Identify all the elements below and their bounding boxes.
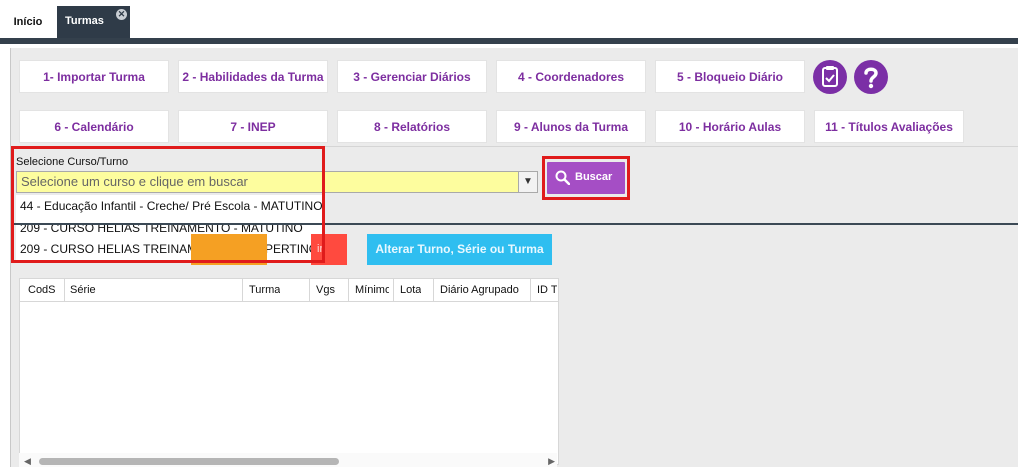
buscar-button[interactable]: Buscar <box>547 162 625 194</box>
relatorios-button[interactable]: 8 - Relatórios <box>337 110 487 143</box>
coordenadores-button[interactable]: 4 - Coordenadores <box>496 60 646 93</box>
gerenciar-diarios-button[interactable]: 3 - Gerenciar Diários <box>337 60 487 93</box>
dropdown-option[interactable]: 44 - Educação Infantil - Creche/ Pré Esc… <box>20 199 323 213</box>
curso-turno-select[interactable]: Selecione um curso e clique em buscar ▼ <box>16 171 538 193</box>
column-header[interactable]: Lota <box>400 284 421 296</box>
tab-turmas[interactable]: Turmas ✕ <box>57 6 130 38</box>
horizontal-scrollbar[interactable]: ◀ ▶ <box>19 453 557 467</box>
scroll-right-icon[interactable]: ▶ <box>548 456 555 467</box>
alunos-turma-button[interactable]: 9 - Alunos da Turma <box>496 110 646 143</box>
scrollbar-thumb[interactable] <box>39 458 339 465</box>
tab-bar: Início Turmas ✕ <box>0 0 1018 38</box>
grid-header: CodS Série Turma Vgs Mínimo Lota Diário … <box>20 279 558 302</box>
column-header[interactable]: CodS <box>28 284 56 296</box>
column-header[interactable]: Mínimo <box>355 284 389 296</box>
close-icon[interactable]: ✕ <box>116 9 127 20</box>
chevron-down-icon[interactable]: ▼ <box>518 172 537 192</box>
habilidades-turma-button[interactable]: 2 - Habilidades da Turma <box>178 60 328 93</box>
main-panel: 1- Importar Turma 2 - Habilidades da Tur… <box>10 48 1018 467</box>
column-header[interactable]: Turma <box>249 284 280 296</box>
select-placeholder: Selecione um curso e clique em buscar <box>21 174 248 189</box>
tab-turmas-label: Turmas <box>65 15 104 27</box>
scroll-left-icon[interactable]: ◀ <box>24 456 31 467</box>
tab-inicio[interactable]: Início <box>0 6 56 38</box>
toolbar-divider <box>11 146 1018 147</box>
calendario-button[interactable]: 6 - Calendário <box>19 110 169 143</box>
column-header[interactable]: Vgs <box>316 284 335 296</box>
orange-action-button[interactable] <box>191 234 267 265</box>
delete-button[interactable]: ir <box>311 234 347 265</box>
bloqueio-diario-button[interactable]: 5 - Bloqueio Diário <box>655 60 805 93</box>
column-header[interactable]: Diário Agrupado <box>440 284 519 296</box>
curso-dropdown-list: 44 - Educação Infantil - Creche/ Pré Esc… <box>16 195 324 261</box>
header-divider <box>0 38 1018 44</box>
section-divider <box>11 223 1018 225</box>
turmas-grid: CodS Série Turma Vgs Mínimo Lota Diário … <box>19 278 559 465</box>
titulos-avaliacoes-button[interactable]: 11 - Títulos Avaliações <box>814 110 964 143</box>
column-header[interactable]: Série <box>70 284 96 296</box>
buscar-label: Buscar <box>575 171 613 183</box>
column-header[interactable]: ID T <box>537 284 557 296</box>
clipboard-check-icon[interactable] <box>813 60 847 94</box>
horario-aulas-button[interactable]: 10 - Horário Aulas <box>655 110 805 143</box>
alterar-turno-button[interactable]: Alterar Turno, Série ou Turma <box>367 234 552 265</box>
importar-turma-button[interactable]: 1- Importar Turma <box>19 60 169 93</box>
curso-turno-label: Selecione Curso/Turno <box>16 156 129 168</box>
dropdown-option[interactable]: 209 - CURSO HELIAS TREINAMENTO - VESPERT… <box>20 242 318 256</box>
search-icon <box>555 170 570 185</box>
inep-button[interactable]: 7 - INEP <box>178 110 328 143</box>
help-icon[interactable] <box>854 60 888 94</box>
